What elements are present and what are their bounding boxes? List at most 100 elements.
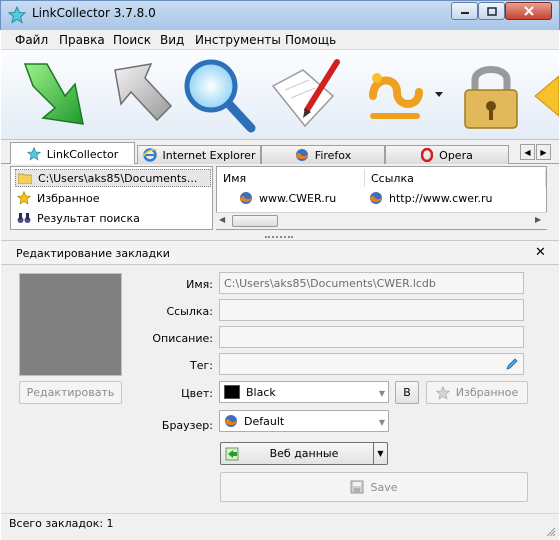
tree-item-favorites[interactable]: Избранное (15, 189, 211, 207)
tab-internet-explorer[interactable]: Internet Explorer (137, 145, 261, 164)
scroll-left-icon[interactable]: ◀ (219, 215, 225, 224)
browser-select[interactable]: Default ▼ (219, 410, 389, 432)
star-icon (435, 385, 450, 400)
close-icon[interactable]: ✕ (535, 245, 546, 260)
menu-view[interactable]: Вид (160, 33, 184, 47)
row-link: http://www.cwer.ru (389, 191, 493, 205)
toolbar (1, 50, 559, 140)
web-data-icon (225, 447, 239, 461)
tree-item-label: C:\Users\aks85\Documents... (38, 171, 198, 185)
description-field[interactable] (219, 326, 524, 348)
color-value: Black (246, 385, 276, 399)
bold-button[interactable]: B (395, 381, 419, 404)
window-title: LinkCollector 3.7.8.0 (32, 6, 156, 20)
chevron-down-icon[interactable]: ▼ (373, 443, 387, 464)
status-text: Всего закладок: 1 (9, 517, 114, 530)
tab-label: Opera (439, 148, 473, 162)
color-select[interactable]: Black ▼ (219, 381, 389, 403)
maximize-icon (486, 6, 497, 16)
tab-label: Firefox (314, 148, 352, 162)
web-data-button[interactable]: Веб данные ▼ (220, 442, 388, 465)
tab-firefox[interactable]: Firefox (261, 145, 385, 164)
floppy-disk-icon (350, 480, 364, 494)
table-row[interactable]: www.CWER.ru (239, 189, 365, 207)
tab-opera[interactable]: Opera (385, 145, 509, 164)
collection-tree: C:\Users\aks85\Documents... Избранное Ре… (10, 166, 213, 230)
menu-help[interactable]: Помощь (285, 33, 336, 47)
menu-tools[interactable]: Инструменты (195, 33, 281, 47)
minimize-button[interactable] (451, 2, 478, 20)
row-link-cell[interactable]: http://www.cwer.ru (369, 189, 544, 207)
chevron-down-icon[interactable] (435, 92, 443, 98)
resize-grip-icon[interactable] (546, 527, 556, 537)
color-label: Цвет: (181, 387, 213, 400)
minimize-icon (460, 12, 469, 14)
menu-edit[interactable]: Правка (59, 33, 105, 47)
firefox-icon (370, 192, 382, 204)
tab-linkcollector[interactable]: LinkCollector (10, 142, 135, 165)
description-label: Описание: (152, 332, 213, 345)
go-icon[interactable] (101, 56, 181, 134)
bookmark-thumbnail (19, 273, 122, 376)
link-label: Ссылка: (166, 305, 213, 318)
opera-icon (421, 148, 434, 162)
tab-label: LinkCollector (46, 147, 119, 161)
scroll-thumb[interactable] (232, 215, 278, 227)
ie-icon (142, 148, 157, 162)
browser-label: Браузер: (161, 419, 213, 432)
column-header-name[interactable]: Имя (217, 169, 365, 187)
color-swatch (224, 385, 240, 399)
link-field[interactable] (219, 299, 524, 321)
close-window-button[interactable] (505, 2, 552, 20)
folder-icon (18, 173, 32, 184)
chevron-right-icon: ▶ (540, 147, 547, 157)
save-label: Save (370, 480, 398, 494)
tab-label: Internet Explorer (162, 148, 256, 162)
edit-panel-title: Редактирование закладки (16, 247, 170, 260)
tree-item-label: Избранное (37, 191, 100, 205)
partial-toolbar-icon[interactable] (531, 56, 559, 134)
favorites-button[interactable]: Избранное (426, 381, 528, 404)
app-star-icon (8, 6, 26, 24)
scroll-right-icon[interactable]: ▶ (535, 215, 541, 224)
horizontal-scrollbar[interactable]: ◀ ▶ (216, 212, 547, 229)
edit-note-icon[interactable] (263, 56, 343, 134)
browser-tabs: LinkCollector Internet Explorer Firefox … (1, 140, 559, 165)
maximize-button[interactable] (478, 2, 505, 20)
star-icon (17, 191, 31, 205)
save-button[interactable]: Save (220, 472, 528, 502)
menu-search[interactable]: Поиск (113, 33, 151, 47)
add-link-icon[interactable] (13, 56, 93, 134)
web-data-label: Веб данные (269, 447, 339, 460)
tree-item-collection[interactable]: C:\Users\aks85\Documents... (15, 169, 211, 187)
chevron-down-icon: ▼ (378, 418, 385, 427)
firefox-icon (240, 192, 252, 204)
tab-scroll-right-button[interactable]: ▶ (536, 144, 551, 160)
row-name: www.CWER.ru (259, 191, 337, 205)
search-icon[interactable] (181, 56, 261, 134)
tag-label: Тег: (190, 359, 213, 372)
chevron-down-icon: ▼ (378, 389, 385, 398)
name-label: Имя: (186, 278, 213, 291)
edit-thumbnail-button[interactable]: Редактировать (19, 381, 122, 404)
name-field[interactable]: C:\Users\aks85\Documents\CWER.lcdb (219, 272, 524, 294)
lock-icon[interactable] (451, 56, 531, 134)
browser-value: Default (244, 414, 285, 428)
firefox-icon (295, 149, 308, 161)
menu-bar: Файл Правка Поиск Вид Инструменты Помощь (1, 30, 559, 50)
tree-item-search-results[interactable]: Результат поиска (15, 209, 211, 227)
menu-file[interactable]: Файл (15, 33, 48, 47)
column-header-link[interactable]: Ссылка (365, 169, 546, 187)
chevron-left-icon: ◀ (524, 147, 531, 157)
close-icon (523, 6, 534, 16)
pencil-icon[interactable] (505, 357, 519, 371)
grip-icon (265, 236, 293, 238)
tag-field[interactable] (219, 353, 524, 375)
binoculars-icon (17, 213, 31, 223)
link-icon[interactable] (357, 56, 437, 134)
star-icon (26, 147, 41, 161)
tree-item-label: Результат поиска (37, 211, 140, 225)
favorites-label: Избранное (455, 386, 519, 399)
tab-scroll-left-button[interactable]: ◀ (520, 144, 535, 160)
firefox-icon (225, 415, 237, 427)
